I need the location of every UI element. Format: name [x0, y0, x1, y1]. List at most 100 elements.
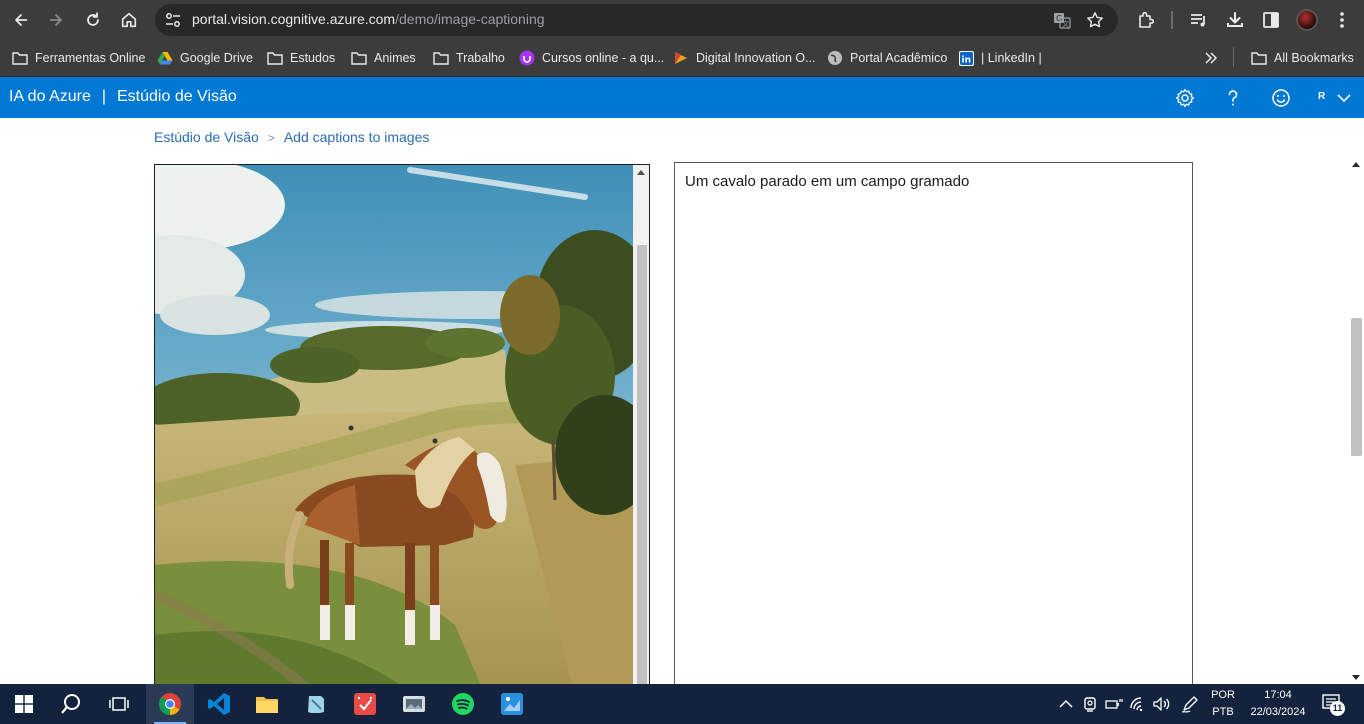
clock-date[interactable]: 22/03/2024 — [1246, 706, 1310, 718]
url-domain: portal.vision.cognitive.azure.com — [192, 11, 396, 27]
linkedin-icon: in — [958, 50, 974, 66]
bookmark-trabalho[interactable]: Trabalho — [433, 49, 505, 67]
calendar-app-icon[interactable] — [341, 684, 389, 724]
windows-start-icon[interactable] — [0, 684, 48, 724]
caption-text: Um cavalo parado em um campo gramado — [685, 173, 970, 190]
bookmark-label: Digital Innovation O... — [696, 51, 816, 65]
globe-icon — [827, 50, 843, 66]
breadcrumb: Estúdio de Visão > Add captions to images — [154, 129, 429, 145]
folder-icon — [267, 50, 283, 66]
reload-icon[interactable] — [81, 8, 105, 32]
toolbar-divider — [1171, 11, 1173, 29]
caption-result-box: Um cavalo parado em um campo gramado — [674, 162, 1193, 694]
bookmark-estudos[interactable]: Estudos — [267, 49, 335, 67]
all-bookmarks-button[interactable]: All Bookmarks — [1251, 49, 1354, 67]
chevron-down-icon[interactable] — [1334, 88, 1354, 108]
page-scrollbar[interactable] — [1349, 156, 1364, 684]
meet-now-icon[interactable] — [1081, 695, 1099, 713]
chrome-icon[interactable] — [146, 684, 194, 724]
azure-header: IA do Azure | Estúdio de Visão R — [0, 77, 1364, 118]
all-bookmarks-label: All Bookmarks — [1274, 51, 1354, 65]
bookmark-label: | LinkedIn | — [981, 51, 1042, 65]
bookmark-google-drive[interactable]: Google Drive — [157, 49, 253, 67]
tune-icon[interactable] — [164, 11, 182, 29]
scroll-up-arrow-icon[interactable] — [637, 170, 645, 175]
svg-text:文: 文 — [1062, 19, 1069, 28]
star-icon[interactable] — [1086, 11, 1104, 29]
paint-app-icon[interactable] — [488, 684, 536, 724]
folder-icon — [1251, 50, 1267, 66]
translate-icon[interactable]: G 文 — [1053, 11, 1071, 29]
gear-icon[interactable] — [1175, 88, 1195, 108]
clock-time[interactable]: 17:04 — [1246, 689, 1310, 701]
bookmark-digital-innovation[interactable]: Digital Innovation O... — [673, 49, 816, 67]
scrollbar-thumb[interactable] — [637, 245, 647, 693]
volume-icon[interactable] — [1152, 695, 1170, 713]
notification-count-badge: 11 — [1330, 701, 1345, 716]
language-indicator-top[interactable]: POR — [1208, 689, 1238, 701]
google-drive-icon — [157, 50, 173, 66]
user-initial[interactable]: R — [1318, 91, 1325, 102]
puzzle-icon[interactable] — [1136, 10, 1156, 30]
udemy-icon — [519, 50, 535, 66]
bookmark-ferramentas-online[interactable]: Ferramentas Online — [12, 49, 145, 67]
wifi-icon[interactable] — [1129, 695, 1147, 713]
notes-app-icon[interactable] — [292, 684, 340, 724]
media-queue-icon[interactable] — [1189, 10, 1209, 30]
scroll-up-arrow-icon[interactable] — [1352, 162, 1360, 167]
bookmark-portal-academico[interactable]: Portal Acadêmico — [827, 49, 947, 67]
chevron-double-right-icon[interactable] — [1204, 49, 1218, 67]
back-arrow-icon[interactable] — [9, 8, 33, 32]
task-view-icon[interactable] — [95, 684, 143, 724]
dio-icon — [673, 50, 689, 66]
bookmark-label: Ferramentas Online — [35, 51, 146, 65]
image-panel-scrollbar[interactable] — [633, 165, 649, 693]
breadcrumb-separator: > — [267, 131, 275, 145]
studio-name[interactable]: Estúdio de Visão — [117, 88, 237, 105]
image-preview-panel[interactable] — [154, 164, 650, 694]
photos-app-icon[interactable] — [390, 684, 438, 724]
bookmark-label: Google Drive — [180, 51, 253, 65]
product-name[interactable]: IA do Azure — [9, 88, 91, 105]
battery-plug-icon[interactable] — [1105, 695, 1123, 713]
kebab-menu-icon[interactable] — [1332, 10, 1352, 30]
bookmark-label: Cursos online - a qu... — [542, 51, 665, 65]
search-icon[interactable] — [47, 684, 95, 724]
address-bar[interactable]: portal.vision.cognitive.azure.com/demo/i… — [155, 4, 1118, 36]
notification-center-icon[interactable]: 11 — [1322, 694, 1348, 716]
vscode-icon[interactable] — [195, 684, 243, 724]
chevron-up-icon[interactable] — [1057, 695, 1075, 713]
bookmark-cursos-online[interactable]: Cursos online - a qu... — [519, 49, 664, 67]
spotify-icon[interactable] — [439, 684, 487, 724]
url-text[interactable]: portal.vision.cognitive.azure.com/demo/i… — [192, 11, 545, 27]
windows-taskbar: POR PTB 17:04 22/03/2024 11 — [0, 684, 1364, 724]
folder-icon — [351, 50, 367, 66]
breadcrumb-root-link[interactable]: Estúdio de Visão — [154, 129, 259, 145]
breadcrumb-current-link[interactable]: Add captions to images — [284, 129, 430, 145]
bookmark-label: Portal Acadêmico — [850, 51, 948, 65]
scroll-down-arrow-icon[interactable] — [1352, 675, 1360, 680]
bookmark-linkedin[interactable]: in | LinkedIn | — [958, 49, 1042, 67]
folder-icon — [433, 50, 449, 66]
file-explorer-icon[interactable] — [243, 684, 291, 724]
bookmark-label: Trabalho — [456, 51, 505, 65]
profile-avatar[interactable] — [1296, 9, 1318, 31]
language-indicator-bottom[interactable]: PTB — [1208, 706, 1238, 718]
svg-text:in: in — [961, 55, 971, 65]
bookmarks-bar: Ferramentas Online Google Drive Estudos … — [0, 40, 1364, 77]
url-path: /demo/image-captioning — [395, 11, 545, 27]
side-panel-icon[interactable] — [1261, 10, 1281, 30]
pen-icon[interactable] — [1181, 695, 1199, 713]
bookmarks-divider — [1233, 47, 1234, 67]
uploaded-image — [155, 165, 633, 693]
browser-toolbar: portal.vision.cognitive.azure.com/demo/i… — [0, 0, 1364, 40]
bookmark-label: Animes — [374, 51, 416, 65]
bookmark-animes[interactable]: Animes — [351, 49, 416, 67]
home-icon[interactable] — [117, 8, 141, 32]
page-scrollbar-thumb[interactable] — [1351, 318, 1362, 456]
smiley-icon[interactable] — [1271, 88, 1291, 108]
download-icon[interactable] — [1225, 10, 1245, 30]
forward-arrow-icon[interactable] — [44, 8, 68, 32]
help-icon[interactable] — [1223, 88, 1243, 108]
folder-icon — [12, 50, 28, 66]
